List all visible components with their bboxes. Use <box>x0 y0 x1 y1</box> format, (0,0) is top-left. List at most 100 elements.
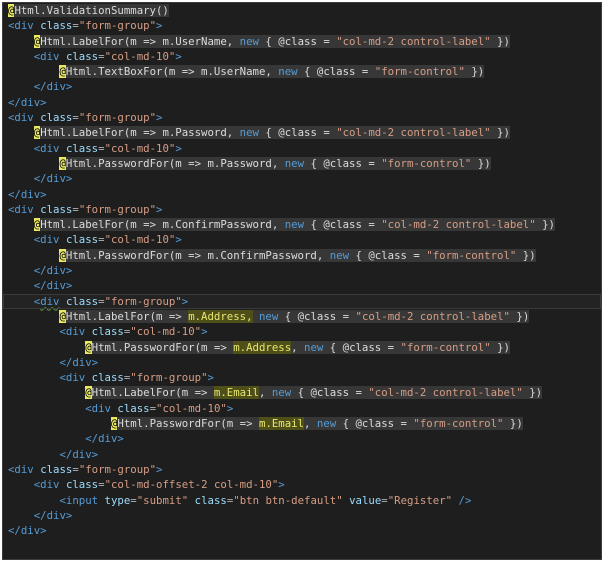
markup-tag: <div <box>8 462 41 476</box>
markup-tag: <div <box>8 202 41 216</box>
razor-token: Html.PasswordFor(m => m.Password, <box>65 156 285 170</box>
markup-attrval: "btn btn-default" <box>233 493 343 507</box>
razor-token: "form-control" <box>381 156 472 170</box>
markup-tag: <div <box>33 233 66 247</box>
code-line[interactable]: </div> <box>3 431 601 446</box>
markup-attr: class <box>40 19 73 33</box>
code-line[interactable]: </div> <box>3 523 601 538</box>
code-line[interactable]: <div class="col-md-10"> <box>3 324 601 339</box>
razor-expression: @Html.LabelFor(m => m.Address, new { @cl… <box>59 309 530 323</box>
highlighted-reference: m.Address, <box>188 309 253 323</box>
markup-tag: > <box>226 401 234 415</box>
razor-token: , <box>304 417 317 431</box>
code-line[interactable]: @Html.LabelFor(m => m.Email, new { @clas… <box>3 385 601 400</box>
code-line[interactable]: </div> <box>3 278 601 293</box>
code-line[interactable]: <div class="form-group"> <box>3 293 601 309</box>
markup-attrval: "col-md-10" <box>130 325 202 339</box>
markup-attr: class <box>91 371 124 385</box>
code-line[interactable]: </div> <box>3 508 601 523</box>
razor-token: "col-md-2 control-label" <box>381 218 536 232</box>
razor-token: }) <box>522 386 543 400</box>
razor-expression: @Html.PasswordFor(m => m.Password, new {… <box>59 156 491 170</box>
markup-tag: <div <box>59 325 92 339</box>
code-line[interactable]: @Html.LabelFor(m => m.Password, new { @c… <box>3 125 601 140</box>
code-line[interactable]: </div> <box>3 355 601 370</box>
code-line[interactable]: </div> <box>3 79 601 94</box>
code-line[interactable]: <div class="form-group"> <box>3 370 601 385</box>
razor-token: }) <box>490 340 510 354</box>
code-editor[interactable]: @Html.ValidationSummary() <div class="for… <box>2 2 602 560</box>
code-line[interactable]: <div class="col-md-10"> <box>3 49 601 64</box>
markup-tag: </div> <box>33 264 73 278</box>
markup-tag: </div> <box>33 172 73 186</box>
code-line[interactable]: @Html.TextBoxFor(m => m.UserName, new { … <box>3 64 601 79</box>
markup-tag: <div <box>33 49 66 63</box>
code-line[interactable]: @Html.PasswordFor(m => m.ConfirmPassword… <box>3 248 601 263</box>
markup-tag: </div> <box>33 279 73 293</box>
razor-token: { @class = <box>336 417 414 431</box>
code-line[interactable]: </div> <box>3 95 601 110</box>
razor-token: , <box>291 340 305 354</box>
code-line[interactable]: <div class="col-md-10"> <box>3 232 601 247</box>
code-line[interactable]: @Html.LabelFor(m => m.Address, new { @cl… <box>3 309 601 324</box>
razor-token: }) <box>471 156 491 170</box>
markup-tag: </div> <box>59 447 99 461</box>
code-line[interactable]: <input type="submit" class="btn btn-defa… <box>3 493 601 508</box>
code-line[interactable]: <div class="col-md-10"> <box>3 141 601 156</box>
code-line[interactable]: <div class="form-group"> <box>3 462 601 477</box>
razor-expression: @Html.PasswordFor(m => m.ConfirmPassword… <box>59 248 536 262</box>
code-line[interactable]: </div> <box>3 263 601 278</box>
code-line[interactable]: @Html.ValidationSummary() <box>3 3 601 18</box>
code-line[interactable]: </div> <box>3 171 601 186</box>
razor-token: { @class = <box>323 340 401 354</box>
code-line[interactable]: </div> <box>3 447 601 462</box>
razor-token: }) <box>535 218 555 232</box>
markup-attr: class <box>40 462 73 476</box>
code-line[interactable]: <div class="col-md-10"> <box>3 401 601 416</box>
razor-token: new <box>258 309 279 323</box>
markup-tag: > <box>175 49 182 63</box>
razor-expression: @Html.LabelFor(m => m.ConfirmPassword, n… <box>33 218 555 232</box>
markup-attr: class <box>65 478 99 492</box>
markup-attrval: "form-group" <box>78 111 157 125</box>
code-line[interactable]: </div> <box>3 187 601 202</box>
markup-tag: <div <box>8 19 41 33</box>
code-line[interactable]: <div class="form-group"> <box>3 110 601 125</box>
code-line[interactable]: @Html.LabelFor(m => m.UserName, new { @c… <box>3 34 601 49</box>
code-line[interactable]: @Html.PasswordFor(m => m.Email, new { @c… <box>3 416 601 431</box>
razor-token: }) <box>516 248 536 262</box>
code-line[interactable]: <div class="col-md-offset-2 col-md-10"> <box>3 477 601 492</box>
code-line[interactable]: @Html.PasswordFor(m => m.Address, new { … <box>3 340 601 355</box>
markup-tag: > <box>278 478 285 492</box>
razor-token: new <box>239 34 259 48</box>
markup-attr: type <box>104 493 131 507</box>
razor-token: "col-md-2 control-label" <box>355 309 510 323</box>
razor-token: "form-control" <box>400 340 491 354</box>
markup-tag: </div> <box>33 508 73 522</box>
razor-token: }) <box>503 417 523 431</box>
code-line[interactable]: <div class="form-group"> <box>3 18 601 33</box>
code-line[interactable]: @Html.PasswordFor(m => m.Password, new {… <box>3 156 601 171</box>
markup-tag: > <box>156 19 163 33</box>
razor-token: { @class = <box>258 34 337 48</box>
markup-attr: value <box>349 493 382 507</box>
razor-token: Html.LabelFor(m => m.Password, <box>40 126 240 140</box>
razor-token: new <box>284 218 305 232</box>
razor-token: "form-control" <box>374 65 465 79</box>
razor-token: }) <box>509 309 530 323</box>
code-line[interactable]: <div class="form-group"> <box>3 202 601 217</box>
code-line[interactable]: @Html.LabelFor(m => m.ConfirmPassword, n… <box>3 217 601 232</box>
markup-tag: <div <box>33 478 66 492</box>
